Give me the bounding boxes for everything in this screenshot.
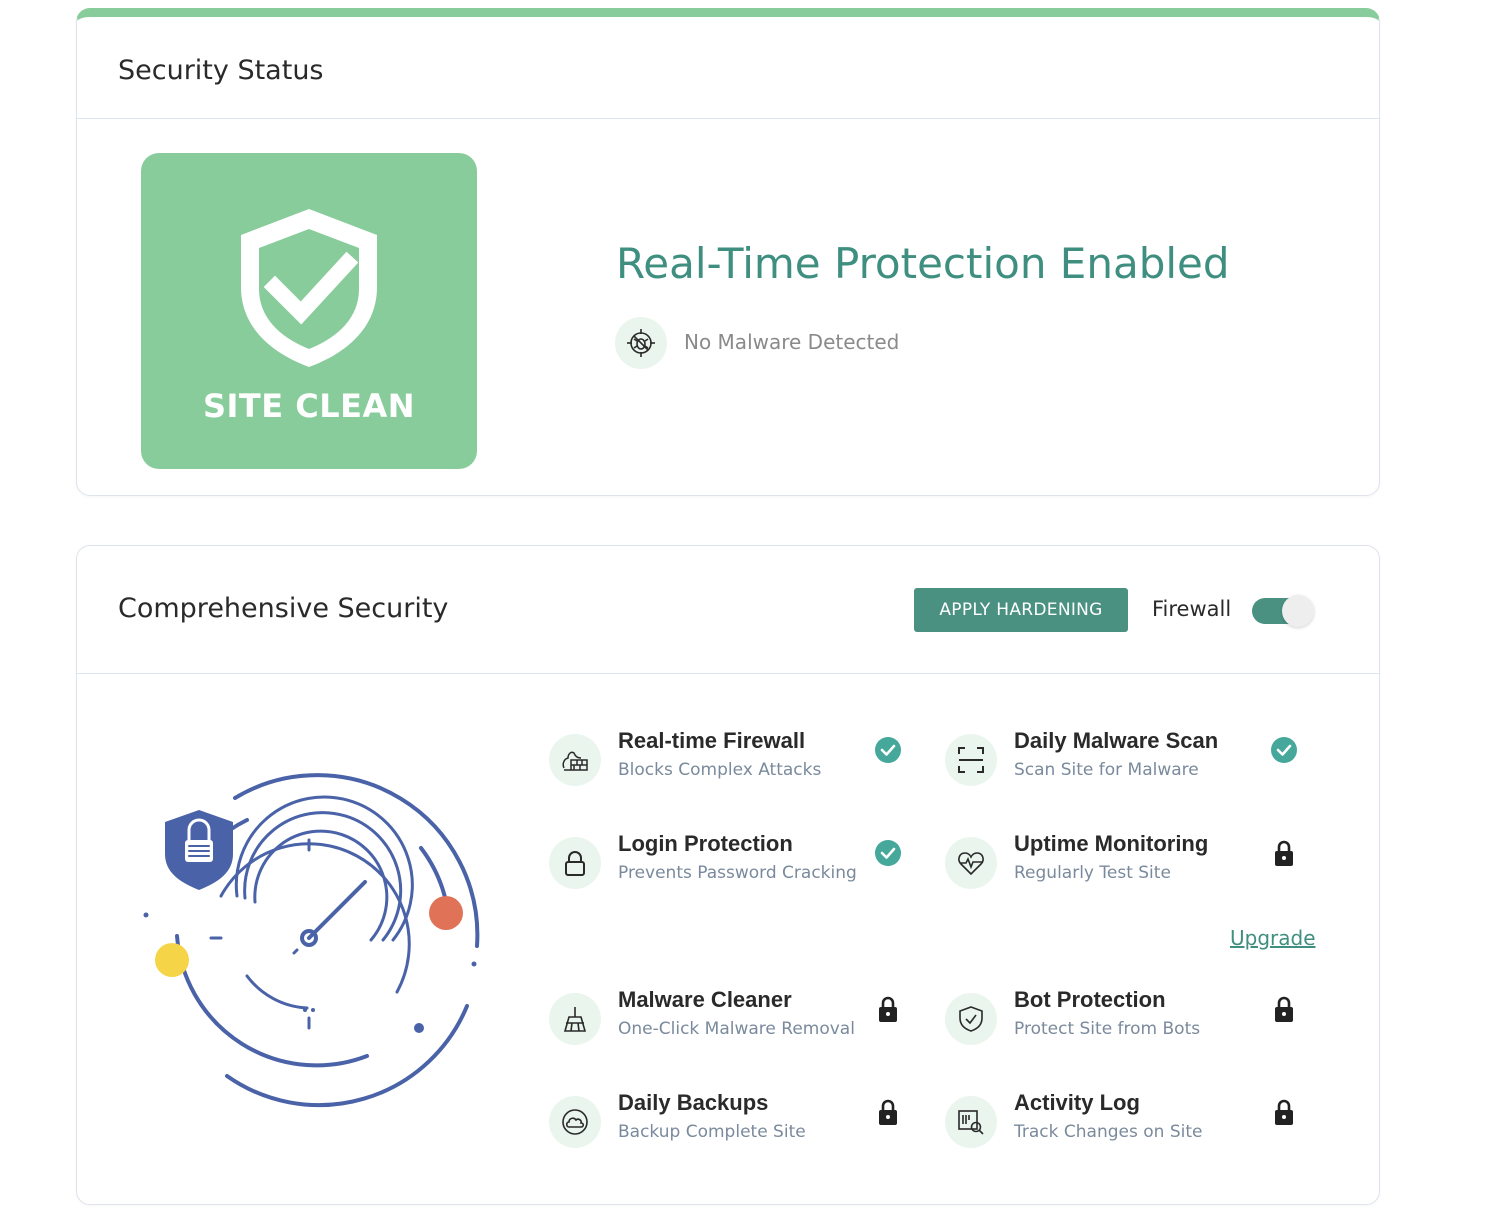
feature-uptime-monitoring: Uptime Monitoring Regularly Test Site	[945, 831, 1305, 901]
cloud-sync-icon	[549, 1096, 601, 1148]
security-status-card: Security Status SITE CLEAN Real-Time Pro…	[76, 8, 1380, 496]
firewall-label: Firewall	[1152, 597, 1232, 621]
feature-daily-malware-scan: Daily Malware Scan Scan Site for Malware	[945, 728, 1305, 798]
feature-title: Bot Protection	[1014, 987, 1166, 1012]
lock-icon	[879, 1099, 897, 1125]
shield-check-icon	[945, 993, 997, 1045]
feature-title: Daily Backups	[618, 1090, 769, 1115]
check-circle-icon	[1271, 737, 1297, 763]
feature-title: Malware Cleaner	[618, 987, 792, 1012]
lock-icon	[1275, 996, 1293, 1022]
lock-icon	[1275, 1099, 1293, 1125]
feature-subtitle: Track Changes on Site	[1014, 1122, 1203, 1142]
feature-subtitle: Protect Site from Bots	[1014, 1019, 1201, 1039]
firewall-toggle-knob	[1282, 595, 1314, 627]
feature-activity-log: Activity Log Track Changes on Site	[945, 1090, 1305, 1160]
security-status-title: Security Status	[118, 55, 324, 86]
security-gauge-illustration	[143, 773, 480, 1108]
check-circle-icon	[875, 840, 901, 866]
feature-daily-backups: Daily Backups Backup Complete Site	[549, 1090, 909, 1160]
feature-title: Login Protection	[618, 831, 793, 856]
security-status-header: Security Status	[77, 17, 1379, 119]
firewall-toggle[interactable]	[1252, 595, 1314, 627]
feature-subtitle: One-Click Malware Removal	[618, 1019, 855, 1039]
lock-icon	[1275, 840, 1293, 866]
comprehensive-security-card: Comprehensive Security APPLY HARDENING F…	[76, 545, 1380, 1205]
feature-subtitle: Prevents Password Cracking	[618, 863, 857, 883]
comprehensive-security-header: Comprehensive Security APPLY HARDENING F…	[77, 546, 1379, 674]
scan-icon	[945, 734, 997, 786]
check-circle-icon	[875, 737, 901, 763]
comprehensive-security-title: Comprehensive Security	[118, 593, 449, 624]
firewall-icon	[549, 734, 601, 786]
apply-hardening-button[interactable]: APPLY HARDENING	[914, 588, 1128, 632]
upgrade-link[interactable]: Upgrade	[1230, 926, 1316, 950]
malware-status-text: No Malware Detected	[684, 330, 900, 354]
padlock-icon	[549, 837, 601, 889]
lock-icon	[879, 996, 897, 1022]
site-clean-badge: SITE CLEAN	[141, 153, 477, 469]
feature-bot-protection: Bot Protection Protect Site from Bots	[945, 987, 1305, 1057]
no-bug-icon	[615, 317, 667, 369]
feature-subtitle: Scan Site for Malware	[1014, 760, 1199, 780]
feature-title: Uptime Monitoring	[1014, 831, 1209, 856]
feature-title: Real-time Firewall	[618, 728, 806, 753]
protection-status-title: Real-Time Protection Enabled	[616, 239, 1230, 288]
feature-real-time-firewall: Real-time Firewall Blocks Complex Attack…	[549, 728, 909, 798]
feature-subtitle: Blocks Complex Attacks	[618, 760, 822, 780]
feature-login-protection: Login Protection Prevents Password Crack…	[549, 831, 909, 901]
feature-malware-cleaner: Malware Cleaner One-Click Malware Remova…	[549, 987, 909, 1057]
log-search-icon	[945, 1096, 997, 1148]
site-clean-label: SITE CLEAN	[202, 387, 416, 425]
heartbeat-icon	[945, 837, 997, 889]
feature-subtitle: Regularly Test Site	[1014, 863, 1171, 883]
feature-title: Daily Malware Scan	[1014, 728, 1219, 753]
feature-subtitle: Backup Complete Site	[618, 1122, 806, 1142]
shield-check-icon	[241, 209, 377, 367]
feature-title: Activity Log	[1014, 1090, 1140, 1115]
broom-icon	[549, 993, 601, 1045]
